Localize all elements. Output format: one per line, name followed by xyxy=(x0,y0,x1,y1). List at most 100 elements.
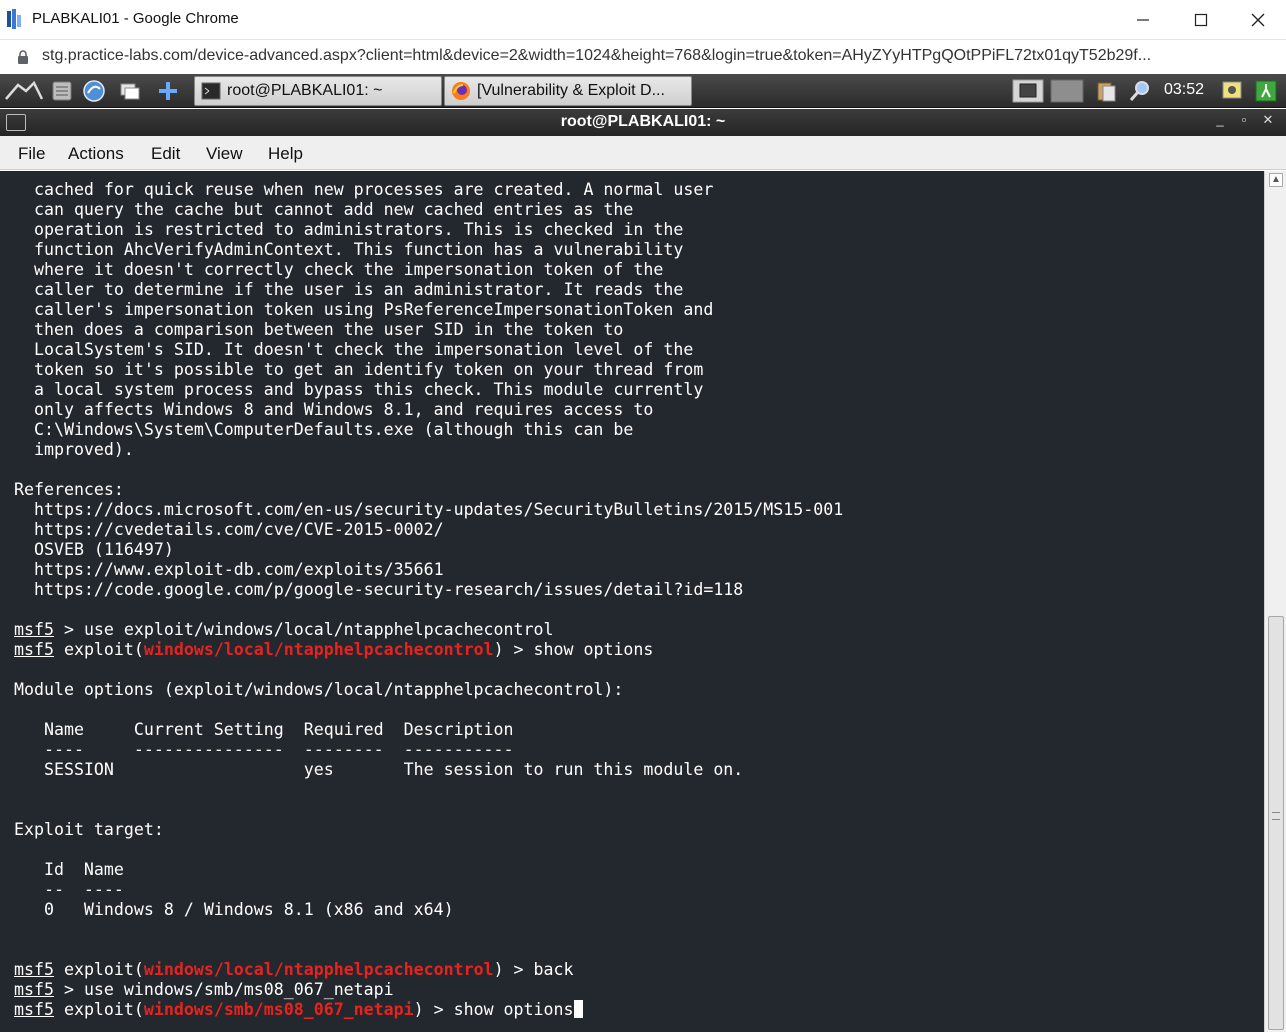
output-text: SESSION yes The session to run this modu… xyxy=(14,760,744,779)
prompt-line: msf5 exploit(windows/smb/ms08_067_netapi… xyxy=(14,1000,843,1020)
terminal-maximize-icon[interactable]: ▫ xyxy=(1234,112,1254,127)
output-text: https://cvedetails.com/cve/CVE-2015-0002… xyxy=(14,520,444,539)
output-line: https://www.exploit-db.com/exploits/3566… xyxy=(14,560,843,580)
command-text: > use exploit/windows/local/ntapphelpcac… xyxy=(53,620,554,639)
taskbar-terminal[interactable]: root@PLABKALI01: ~ xyxy=(194,76,442,106)
terminal-title-bar: root@PLABKALI01: ~ _ ▫ ✕ xyxy=(0,109,1286,136)
output-text: cached for quick reuse when new processe… xyxy=(14,180,714,199)
menu-edit[interactable]: Edit xyxy=(151,144,180,164)
logout-icon[interactable] xyxy=(1254,79,1278,103)
close-icon xyxy=(1251,13,1265,27)
workspace-icon[interactable] xyxy=(1012,79,1044,103)
output-text: References: xyxy=(14,480,124,499)
maximize-icon xyxy=(1194,13,1208,27)
terminal-lines: cached for quick reuse when new processe… xyxy=(14,180,843,1020)
output-line: a local system process and bypass this c… xyxy=(14,380,843,400)
taskbar-firefox[interactable]: [Vulnerability & Exploit D... xyxy=(444,76,692,106)
output-line: improved). xyxy=(14,440,843,460)
output-text: Name Current Setting Required Descriptio… xyxy=(14,720,514,739)
output-text: https://docs.microsoft.com/en-us/securit… xyxy=(14,500,844,519)
url-text[interactable]: stg.practice-labs.com/device-advanced.as… xyxy=(42,47,1272,65)
scrollbar-thumb[interactable] xyxy=(1268,616,1284,1030)
output-text: https://code.google.com/p/google-securit… xyxy=(14,580,744,599)
output-text: OSVEB (116497) xyxy=(14,540,174,559)
minimize-button[interactable] xyxy=(1114,0,1172,40)
output-text: 0 Windows 8 / Windows 8.1 (x86 and x64) xyxy=(14,900,454,919)
output-text: can query the cache but cannot add new c… xyxy=(14,200,634,219)
panel-clock: 03:52 xyxy=(1164,81,1205,98)
output-line: 0 Windows 8 / Windows 8.1 (x86 and x64) xyxy=(14,900,843,920)
output-text: a local system process and bypass this c… xyxy=(14,380,704,399)
output-text: Module options (exploit/windows/local/nt… xyxy=(14,680,624,699)
output-text: caller to determine if the user is an ad… xyxy=(14,280,684,299)
output-text: operation is restricted to administrator… xyxy=(14,220,684,239)
output-line: References: xyxy=(14,480,843,500)
msf-prompt: msf5 xyxy=(14,1000,54,1019)
output-line: operation is restricted to administrator… xyxy=(14,220,843,240)
output-text: LocalSystem's SID. It doesn't check the … xyxy=(14,340,694,359)
msf-prompt: msf5 xyxy=(14,620,54,639)
search-icon[interactable] xyxy=(1128,79,1152,103)
browser-globe-icon[interactable] xyxy=(82,79,106,103)
terminal-close-icon[interactable]: ✕ xyxy=(1258,112,1278,128)
output-line: Name Current Setting Required Descriptio… xyxy=(14,720,843,740)
output-text: improved). xyxy=(14,440,134,459)
desktop-panel: root@PLABKALI01: ~ [Vulnerability & Expl… xyxy=(0,74,1286,108)
output-line: then does a comparison between the user … xyxy=(14,320,843,340)
terminal-output[interactable]: cached for quick reuse when new processe… xyxy=(0,171,1264,1032)
output-line: LocalSystem's SID. It doesn't check the … xyxy=(14,340,843,360)
menu-help[interactable]: Help xyxy=(268,144,303,164)
files-icon[interactable] xyxy=(50,79,74,103)
output-text: only affects Windows 8 and Windows 8.1, … xyxy=(14,400,654,419)
menu-file[interactable]: File xyxy=(18,144,45,164)
prompt-prefix: exploit( xyxy=(53,1000,144,1019)
menu-actions[interactable]: Actions xyxy=(68,144,124,164)
add-icon[interactable] xyxy=(156,79,180,103)
practice-labs-icon xyxy=(7,9,21,29)
output-line: cached for quick reuse when new processe… xyxy=(14,180,843,200)
maximize-button[interactable] xyxy=(1172,0,1230,40)
clipboard-icon[interactable] xyxy=(1094,79,1118,103)
command-text: ) > show options xyxy=(493,640,654,659)
terminal-scrollbar[interactable]: ▲ xyxy=(1264,171,1286,1032)
kali-menu-icon[interactable] xyxy=(4,79,44,103)
active-module: windows/local/ntapphelpcachecontrol xyxy=(143,640,494,659)
terminal-menu-bar: File Actions Edit View Help xyxy=(0,136,1286,170)
workspace-2-icon[interactable] xyxy=(1050,79,1084,103)
command-text: ) > back xyxy=(493,960,574,979)
msf-prompt: msf5 xyxy=(14,640,54,659)
minimize-icon xyxy=(1137,19,1149,21)
prompt-prefix: exploit( xyxy=(53,640,144,659)
output-text: where it doesn't correctly check the imp… xyxy=(14,260,664,279)
output-line: where it doesn't correctly check the imp… xyxy=(14,260,843,280)
active-module: windows/local/ntapphelpcachecontrol xyxy=(143,960,494,979)
windows-icon[interactable] xyxy=(118,79,142,103)
output-line: Id Name xyxy=(14,860,843,880)
scroll-up-icon[interactable]: ▲ xyxy=(1269,173,1283,187)
address-bar[interactable]: stg.practice-labs.com/device-advanced.as… xyxy=(0,40,1286,74)
power-manager-icon[interactable] xyxy=(1220,79,1244,103)
output-text: https://www.exploit-db.com/exploits/3566… xyxy=(14,560,444,579)
output-text: -- ---- xyxy=(14,880,124,899)
prompt-line: msf5 exploit(windows/local/ntapphelpcach… xyxy=(14,960,843,980)
output-line: only affects Windows 8 and Windows 8.1, … xyxy=(14,400,843,420)
menu-view[interactable]: View xyxy=(206,144,243,164)
output-line: https://code.google.com/p/google-securit… xyxy=(14,580,843,600)
prompt-prefix: exploit( xyxy=(53,960,144,979)
close-button[interactable] xyxy=(1229,0,1286,40)
command-text: ) > show options xyxy=(413,1000,574,1019)
output-line: token so it's possible to get an identif… xyxy=(14,360,843,380)
taskbar-terminal-label: root@PLABKALI01: ~ xyxy=(227,82,383,99)
output-line: function AhcVerifyAdminContext. This fun… xyxy=(14,240,843,260)
output-text: then does a comparison between the user … xyxy=(14,320,624,339)
terminal-minimize-icon[interactable]: _ xyxy=(1210,112,1230,127)
window-title: PLABKALI01 - Google Chrome xyxy=(32,10,239,27)
output-line: -- ---- xyxy=(14,880,843,900)
scrollbar-grip-icon xyxy=(1272,812,1280,820)
